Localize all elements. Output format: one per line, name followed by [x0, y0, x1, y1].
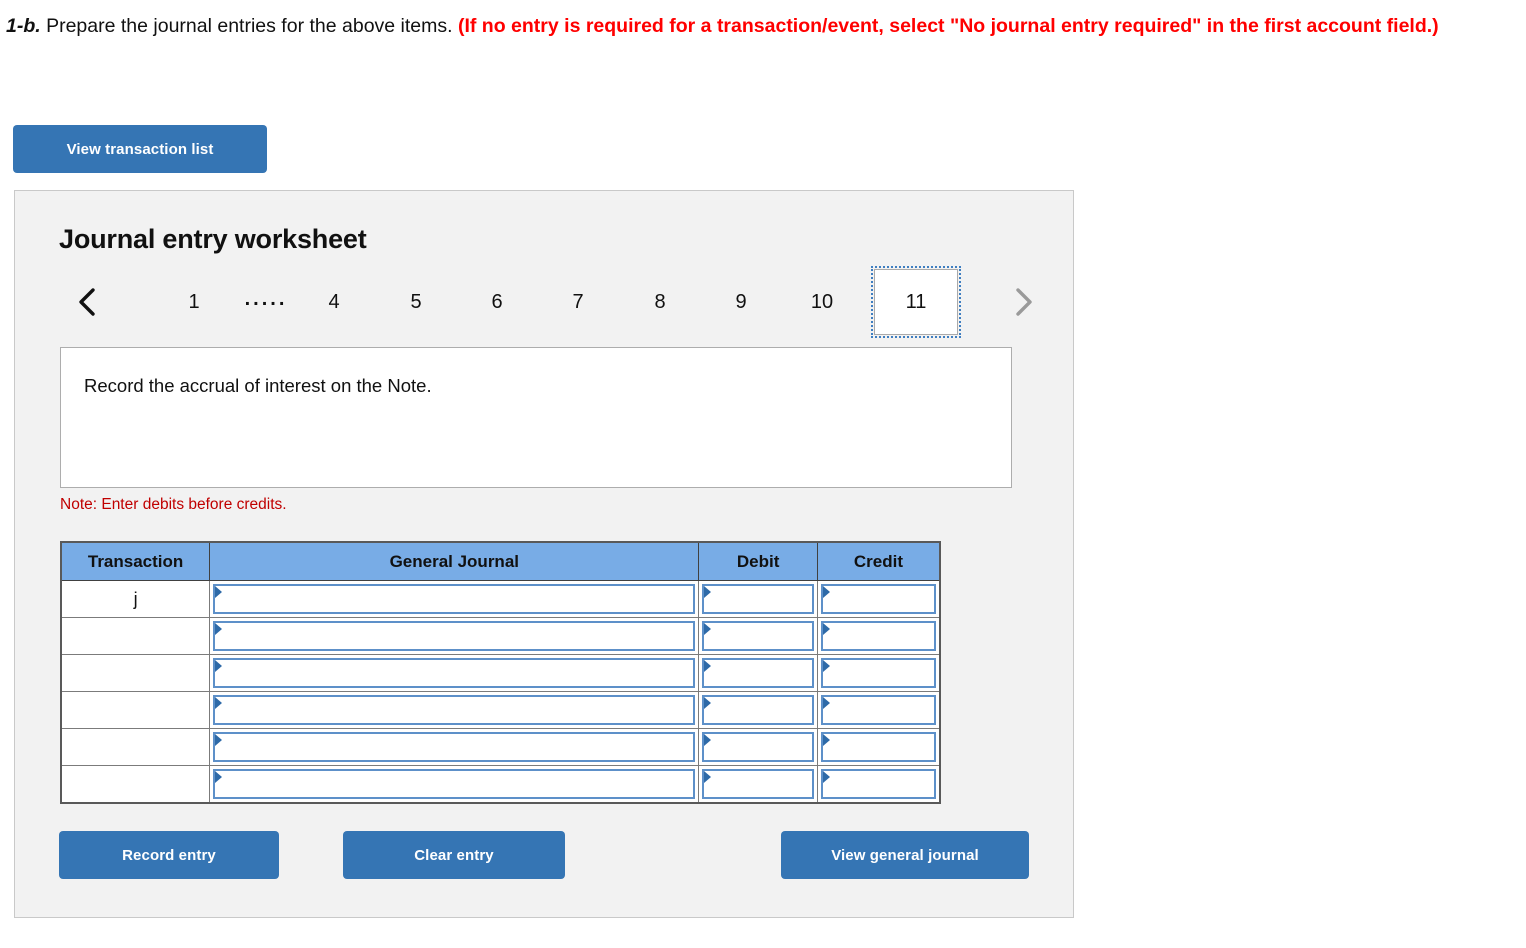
dropdown-triangle-icon	[215, 697, 223, 709]
pager-item-8[interactable]: 8	[637, 279, 683, 325]
journal-entry-worksheet-panel: Journal entry worksheet 1 ..... 4 5 6 7 …	[14, 190, 1074, 918]
dropdown-triangle-icon	[704, 734, 712, 746]
credit-input[interactable]	[820, 695, 936, 725]
debit-input[interactable]	[702, 732, 814, 762]
credit-input[interactable]	[820, 584, 936, 614]
question-text: Prepare the journal entries for the abov…	[40, 15, 458, 37]
general-journal-input[interactable]	[213, 695, 696, 725]
dropdown-triangle-icon	[822, 697, 830, 709]
column-header-debit: Debit	[698, 541, 818, 581]
pager-item-4[interactable]: 4	[311, 279, 357, 325]
view-transaction-list-button[interactable]: View transaction list	[13, 125, 267, 173]
dropdown-triangle-icon	[704, 623, 712, 635]
table-header-row: Transaction General Journal Debit Credit	[60, 541, 941, 581]
pager-item-11-active[interactable]: 11	[871, 266, 961, 338]
table-row	[60, 654, 941, 692]
credit-input[interactable]	[820, 769, 936, 799]
general-journal-cell	[209, 728, 700, 766]
pager-item-9[interactable]: 9	[718, 279, 764, 325]
pager-item-7[interactable]: 7	[555, 279, 601, 325]
debit-input[interactable]	[702, 621, 814, 651]
transaction-cell	[60, 728, 211, 766]
transaction-cell: j	[60, 580, 211, 618]
general-journal-cell	[209, 617, 700, 655]
chevron-right-icon[interactable]	[1001, 279, 1045, 325]
dropdown-triangle-icon	[704, 586, 712, 598]
dropdown-triangle-icon	[215, 623, 223, 635]
column-header-credit: Credit	[816, 541, 941, 581]
table-row	[60, 691, 941, 729]
transaction-description-box: Record the accrual of interest on the No…	[60, 347, 1012, 488]
dropdown-triangle-icon	[822, 660, 830, 672]
question-number: 1-b.	[6, 15, 41, 37]
debit-cell	[698, 691, 818, 729]
transaction-description-text: Record the accrual of interest on the No…	[84, 375, 432, 396]
journal-entry-table: Transaction General Journal Debit Credit…	[60, 541, 941, 804]
general-journal-input[interactable]	[213, 658, 696, 688]
dropdown-triangle-icon	[822, 586, 830, 598]
dropdown-triangle-icon	[215, 734, 223, 746]
dropdown-triangle-icon	[215, 771, 223, 783]
general-journal-input[interactable]	[213, 732, 696, 762]
transaction-cell	[60, 617, 211, 655]
pager-item-1[interactable]: 1	[171, 279, 217, 325]
transaction-cell	[60, 691, 211, 729]
credit-cell	[816, 654, 941, 692]
column-header-general-journal: General Journal	[209, 541, 700, 581]
general-journal-cell	[209, 691, 700, 729]
chevron-left-icon[interactable]	[65, 279, 109, 325]
debit-cell	[698, 580, 818, 618]
debit-cell	[698, 765, 818, 804]
table-row	[60, 617, 941, 655]
debit-input[interactable]	[702, 584, 814, 614]
debit-input[interactable]	[702, 695, 814, 725]
question-red-note: (If no entry is required for a transacti…	[457, 15, 1439, 37]
dropdown-triangle-icon	[215, 586, 223, 598]
general-journal-cell	[209, 580, 700, 618]
table-row	[60, 728, 941, 766]
dropdown-triangle-icon	[704, 660, 712, 672]
dropdown-triangle-icon	[822, 623, 830, 635]
transaction-cell	[60, 654, 211, 692]
transaction-cell	[60, 765, 211, 804]
question-prompt: 1-b. Prepare the journal entries for the…	[6, 12, 1518, 41]
general-journal-input[interactable]	[213, 584, 696, 614]
pager-item-6[interactable]: 6	[474, 279, 520, 325]
credit-cell	[816, 728, 941, 766]
credit-input[interactable]	[820, 658, 936, 688]
clear-entry-button[interactable]: Clear entry	[343, 831, 565, 879]
credit-cell	[816, 691, 941, 729]
dropdown-triangle-icon	[704, 697, 712, 709]
table-row: j	[60, 580, 941, 618]
pager-ellipsis: .....	[244, 287, 288, 310]
dropdown-triangle-icon	[822, 734, 830, 746]
debits-before-credits-note: Note: Enter debits before credits.	[60, 496, 287, 513]
dropdown-triangle-icon	[704, 771, 712, 783]
view-general-journal-button[interactable]: View general journal	[781, 831, 1029, 879]
credit-cell	[816, 617, 941, 655]
debit-input[interactable]	[702, 658, 814, 688]
debit-input[interactable]	[702, 769, 814, 799]
pager-item-5[interactable]: 5	[393, 279, 439, 325]
credit-cell	[816, 580, 941, 618]
column-header-transaction: Transaction	[60, 541, 211, 581]
worksheet-pager: 1 ..... 4 5 6 7 8 9 10 11	[55, 266, 1045, 338]
debit-cell	[698, 617, 818, 655]
record-entry-button[interactable]: Record entry	[59, 831, 279, 879]
credit-cell	[816, 765, 941, 804]
dropdown-triangle-icon	[822, 771, 830, 783]
dropdown-triangle-icon	[215, 660, 223, 672]
worksheet-title: Journal entry worksheet	[59, 224, 367, 254]
pager-item-10[interactable]: 10	[795, 279, 849, 325]
credit-input[interactable]	[820, 621, 936, 651]
debit-cell	[698, 728, 818, 766]
credit-input[interactable]	[820, 732, 936, 762]
table-row	[60, 765, 941, 804]
general-journal-input[interactable]	[213, 621, 696, 651]
general-journal-cell	[209, 765, 700, 804]
general-journal-input[interactable]	[213, 769, 696, 799]
general-journal-cell	[209, 654, 700, 692]
debit-cell	[698, 654, 818, 692]
